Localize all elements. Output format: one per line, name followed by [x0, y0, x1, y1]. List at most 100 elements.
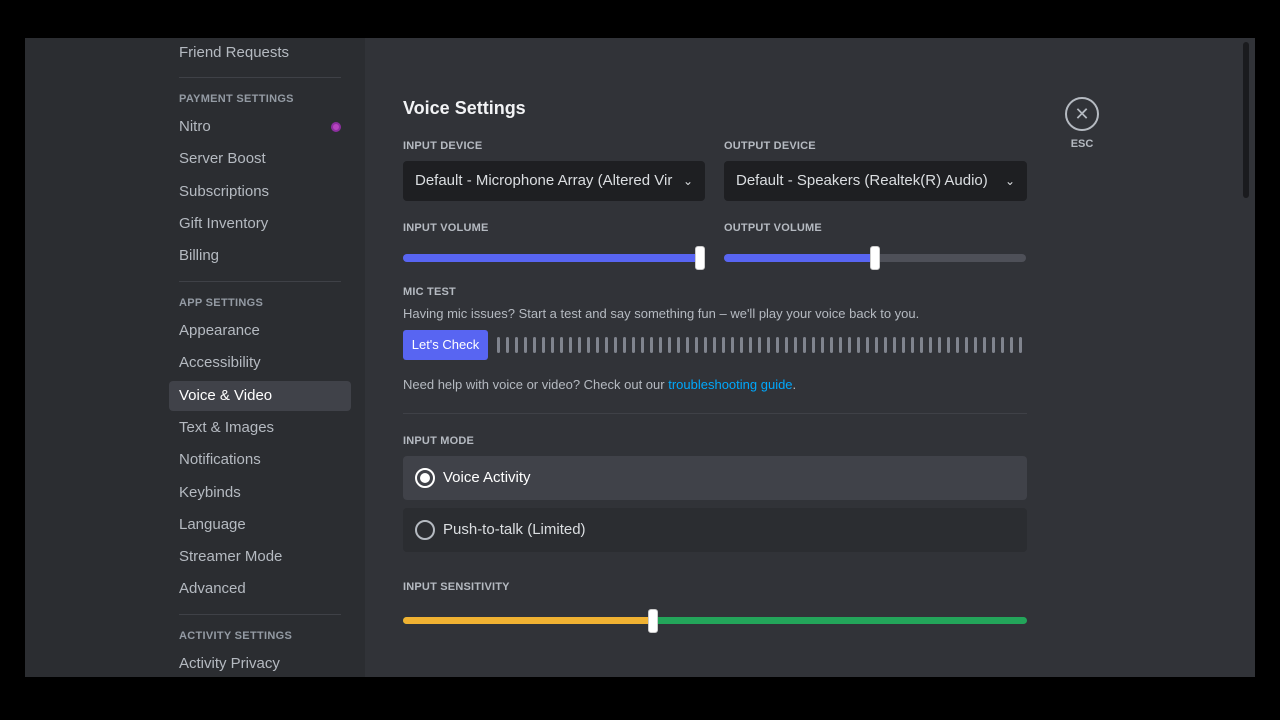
push-to-talk-option[interactable]: Push-to-talk (Limited) [403, 508, 1027, 552]
page-title: Voice Settings [403, 98, 526, 118]
mic-level-bar [650, 337, 653, 353]
divider [403, 413, 1027, 414]
sensitivity-low-fill [403, 617, 653, 624]
mic-level-bar [731, 337, 734, 353]
mic-level-bar [497, 337, 500, 353]
mic-level-bar [1019, 337, 1022, 353]
close-icon: ✕ [1074, 104, 1090, 124]
lets-check-button[interactable]: Let's Check [403, 330, 488, 360]
input-sensitivity-slider[interactable] [403, 609, 1027, 633]
output-device-select[interactable]: Default - Speakers (Realtek(R) Audio) ⌄ [724, 161, 1027, 201]
sidebar-item-subscriptions[interactable]: Subscriptions [169, 177, 351, 207]
mic-level-bar [956, 337, 959, 353]
output-device-label: OUTPUT DEVICE [724, 140, 816, 152]
mic-level-bar [578, 337, 581, 353]
mic-level-bar [632, 337, 635, 353]
mic-level-bar [677, 337, 680, 353]
mic-level-bar [983, 337, 986, 353]
input-device-label: INPUT DEVICE [403, 140, 483, 152]
mic-level-bar [749, 337, 752, 353]
scrollbar-thumb[interactable] [1243, 42, 1249, 198]
sidebar-item-gift-inventory[interactable]: Gift Inventory [169, 209, 351, 239]
mic-level-bar [668, 337, 671, 353]
settings-window: Friend Requests PAYMENT SETTINGS Nitro Se… [25, 38, 1255, 677]
mic-level-bar [695, 337, 698, 353]
sidebar-item-nitro[interactable]: Nitro [169, 112, 351, 142]
mic-level-bar [794, 337, 797, 353]
sidebar-item-notifications[interactable]: Notifications [169, 445, 351, 475]
mic-level-bar [560, 337, 563, 353]
radio-selected-icon [415, 468, 435, 488]
divider [179, 77, 341, 78]
mic-level-bar [533, 337, 536, 353]
mic-level-bar [902, 337, 905, 353]
sidebar-item-accessibility[interactable]: Accessibility [169, 348, 351, 378]
close-button[interactable]: ✕ [1065, 97, 1099, 131]
chevron-down-icon: ⌄ [1004, 174, 1015, 188]
option-label: Push-to-talk (Limited) [443, 521, 586, 538]
sidebar-item-friend-requests[interactable]: Friend Requests [169, 38, 351, 68]
mic-level-bar [506, 337, 509, 353]
mic-level-bar [722, 337, 725, 353]
slider-fill [403, 254, 700, 262]
voice-activity-option[interactable]: Voice Activity [403, 456, 1027, 500]
help-text: Need help with voice or video? Check out… [403, 377, 796, 392]
sidebar-item-advanced[interactable]: Advanced [169, 574, 351, 604]
mic-level-bar [605, 337, 608, 353]
sidebar-item-language[interactable]: Language [169, 510, 351, 540]
mic-level-bar [623, 337, 626, 353]
sidebar-item-appearance[interactable]: Appearance [169, 316, 351, 346]
mic-level-bar [965, 337, 968, 353]
input-device-select[interactable]: Default - Microphone Array (Altered Vir … [403, 161, 705, 201]
input-device-value: Default - Microphone Array (Altered Vir [415, 172, 673, 189]
mic-level-bar [884, 337, 887, 353]
sidebar-item-text-images[interactable]: Text & Images [169, 413, 351, 443]
mic-level-bar [821, 337, 824, 353]
settings-sidebar: Friend Requests PAYMENT SETTINGS Nitro Se… [25, 38, 365, 677]
mic-level-bar [803, 337, 806, 353]
app-settings-header: APP SETTINGS [179, 297, 264, 309]
sidebar-item-server-boost[interactable]: Server Boost [169, 144, 351, 174]
slider-thumb[interactable] [695, 246, 705, 270]
sidebar-item-keybinds[interactable]: Keybinds [169, 478, 351, 508]
troubleshooting-guide-link[interactable]: troubleshooting guide [668, 377, 792, 392]
mic-level-bar [740, 337, 743, 353]
help-text-prefix: Need help with voice or video? Check out… [403, 377, 669, 392]
input-volume-slider[interactable] [403, 246, 705, 270]
mic-test-label: MIC TEST [403, 286, 456, 298]
slider-thumb[interactable] [647, 609, 658, 633]
mic-level-bar [704, 337, 707, 353]
mic-level-bar [866, 337, 869, 353]
mic-level-bar [974, 337, 977, 353]
mic-level-meter [497, 337, 1025, 353]
mic-level-bar [911, 337, 914, 353]
mic-level-bar [1010, 337, 1013, 353]
mic-level-bar [776, 337, 779, 353]
input-sensitivity-label: INPUT SENSITIVITY [403, 581, 510, 593]
sidebar-item-activity-privacy[interactable]: Activity Privacy [169, 649, 351, 677]
mic-test-description: Having mic issues? Start a test and say … [403, 306, 920, 321]
mic-level-bar [542, 337, 545, 353]
mic-level-bar [758, 337, 761, 353]
activity-settings-header: ACTIVITY SETTINGS [179, 630, 293, 642]
divider [179, 281, 341, 282]
option-label: Voice Activity [443, 469, 531, 486]
slider-fill [724, 254, 875, 262]
mic-level-bar [587, 337, 590, 353]
mic-level-bar [992, 337, 995, 353]
mic-level-bar [713, 337, 716, 353]
mic-level-bar [785, 337, 788, 353]
sidebar-item-voice-video[interactable]: Voice & Video [169, 380, 351, 411]
mic-level-bar [659, 337, 662, 353]
help-text-suffix: . [792, 377, 797, 392]
mic-level-bar [524, 337, 527, 353]
nitro-icon [331, 122, 341, 132]
sidebar-item-billing[interactable]: Billing [169, 241, 351, 271]
slider-thumb[interactable] [870, 246, 880, 270]
sidebar-item-streamer-mode[interactable]: Streamer Mode [169, 542, 351, 572]
mic-level-bar [1001, 337, 1004, 353]
mic-level-bar [551, 337, 554, 353]
mic-level-bar [569, 337, 572, 353]
divider [179, 614, 341, 615]
output-volume-slider[interactable] [724, 246, 1026, 270]
